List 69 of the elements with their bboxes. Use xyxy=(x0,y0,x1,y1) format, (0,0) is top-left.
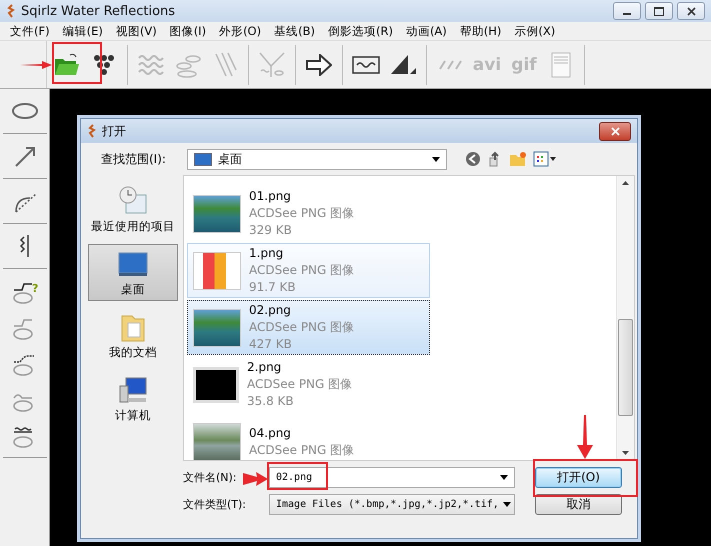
dropdown-caret-icon xyxy=(500,475,508,480)
close-icon xyxy=(686,6,696,16)
thumbnail-image xyxy=(193,308,241,346)
menu-item[interactable]: 基线(B) xyxy=(268,24,322,38)
menu-item[interactable]: 视图(V) xyxy=(110,24,164,38)
view-menu-icon[interactable] xyxy=(533,151,557,167)
new-folder-icon[interactable] xyxy=(509,151,527,167)
file-item[interactable]: 04.png ACDSee PNG 图像 xyxy=(187,414,430,460)
look-in-label: 查找范围(I): xyxy=(101,150,167,168)
file-size: 35.8 KB xyxy=(247,393,295,410)
file-type-dropdown[interactable]: Image Files (*.bmp,*.jpg,*.jp2,*.tif, xyxy=(269,494,515,515)
file-name: 02.png xyxy=(249,302,292,319)
file-name-field[interactable]: 02.png xyxy=(269,467,515,488)
file-size: 329 KB xyxy=(249,222,293,239)
file-name: 2.png xyxy=(247,359,282,376)
file-name: 04.png xyxy=(249,424,292,442)
file-size: 427 KB xyxy=(249,336,293,353)
app-logo-icon xyxy=(87,124,97,138)
menu-item[interactable]: 文件(F) xyxy=(4,24,57,38)
menu-item[interactable]: 外形(O) xyxy=(213,24,268,38)
file-name: 1.png xyxy=(249,245,284,262)
thumbnail-image xyxy=(193,366,239,402)
open-button[interactable]: 打开(O) xyxy=(535,467,622,488)
scroll-up-icon[interactable] xyxy=(622,181,629,185)
menu-item[interactable]: 帮助(H) xyxy=(454,24,508,38)
pointer-arrow xyxy=(243,471,268,487)
menu-item[interactable]: 倒影选项(R) xyxy=(322,24,400,38)
pointer-arrow xyxy=(577,415,593,459)
file-size: 91.7 KB xyxy=(249,279,297,296)
file-type: ACDSee PNG 图像 xyxy=(249,442,354,458)
back-icon[interactable] xyxy=(465,151,481,167)
thumbnail-image xyxy=(193,252,241,290)
file-item[interactable]: 1.png ACDSee PNG 图像 91.7 KB xyxy=(187,243,430,298)
file-type: ACDSee PNG 图像 xyxy=(249,319,354,336)
place-item[interactable]: 桌面 xyxy=(88,244,178,301)
app-logo-icon xyxy=(6,4,16,18)
menu-item[interactable]: 动画(A) xyxy=(400,24,454,38)
scroll-down-icon[interactable] xyxy=(622,451,629,455)
file-name: 01.png xyxy=(249,188,292,205)
menu-item[interactable]: 示例(X) xyxy=(508,24,562,38)
menu-item[interactable]: 图像(I) xyxy=(164,24,214,38)
window-title: Sqirlz Water Reflections xyxy=(21,4,176,18)
place-item[interactable]: 我的文档 xyxy=(88,307,178,364)
dialog-title: 打开 xyxy=(102,122,126,140)
highlight-frame xyxy=(267,462,328,490)
place-item[interactable]: 最近使用的项目 xyxy=(88,181,178,238)
file-item[interactable]: 02.png ACDSee PNG 图像 427 KB xyxy=(187,300,430,355)
dropdown-caret-icon xyxy=(503,502,511,507)
minimize-button[interactable] xyxy=(613,2,641,20)
file-type: ACDSee PNG 图像 xyxy=(247,376,352,393)
vertical-scrollbar[interactable] xyxy=(616,176,634,460)
dropdown-caret-icon xyxy=(432,156,440,162)
highlight-frame xyxy=(52,42,102,84)
close-icon xyxy=(610,126,620,136)
file-type-label: 文件类型(T): xyxy=(183,497,246,512)
file-type: ACDSee PNG 图像 xyxy=(249,205,354,222)
file-type: ACDSee PNG 图像 xyxy=(249,262,354,279)
scroll-thumb[interactable] xyxy=(618,319,633,416)
file-item[interactable]: 2.png ACDSee PNG 图像 35.8 KB xyxy=(187,357,430,412)
look-in-dropdown[interactable]: 桌面 xyxy=(187,148,447,170)
place-item[interactable]: 计算机 xyxy=(88,370,178,427)
file-item[interactable]: 01.png ACDSee PNG 图像 329 KB xyxy=(187,186,430,241)
thumbnail-image xyxy=(193,194,241,232)
file-name-label: 文件名(N): xyxy=(183,470,237,485)
maximize-button[interactable] xyxy=(645,2,673,20)
close-button[interactable] xyxy=(599,122,631,140)
menu-item[interactable]: 编辑(E) xyxy=(56,24,110,38)
cancel-button[interactable]: 取消 xyxy=(535,494,622,515)
close-button[interactable] xyxy=(677,2,705,20)
